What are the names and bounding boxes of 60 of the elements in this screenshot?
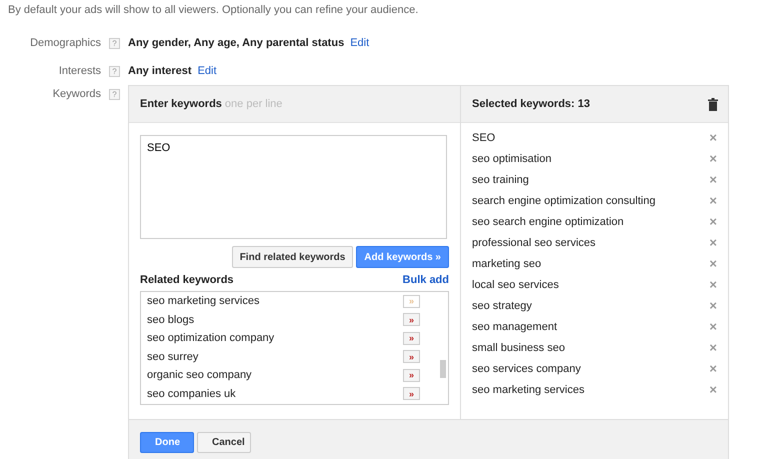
remove-icon[interactable]: × — [709, 235, 717, 250]
remove-icon[interactable]: × — [709, 340, 717, 355]
setting-value: Any interest — [128, 65, 192, 77]
selected-keyword: search engine optimization consulting — [472, 194, 656, 206]
help-icon[interactable]: ? — [109, 66, 120, 76]
help-icon[interactable]: ? — [109, 88, 120, 100]
keywords-input[interactable]: SEO — [140, 135, 447, 239]
remove-icon[interactable]: × — [709, 151, 717, 166]
selected-keyword: seo management — [472, 320, 557, 332]
related-keyword: seo blogs — [147, 314, 194, 326]
remove-icon[interactable]: × — [709, 298, 717, 313]
remove-icon[interactable]: × — [709, 361, 717, 376]
setting-label: Demographics — [30, 37, 101, 49]
help-icon[interactable]: ? — [109, 38, 120, 48]
selected-keyword: seo optimisation — [472, 152, 552, 164]
related-keyword: organic seo company — [147, 369, 252, 382]
selected-keyword: SEO — [472, 132, 496, 144]
related-keyword: seo optimization company — [147, 332, 274, 344]
related-keyword: seo surrey — [147, 350, 198, 363]
selected-keyword: seo strategy — [472, 300, 532, 312]
remove-icon[interactable]: × — [709, 277, 717, 292]
add-keyword-button[interactable]: » — [403, 313, 420, 326]
footer-button[interactable]: Done — [140, 432, 194, 452]
related-title: Related keywords — [140, 274, 234, 288]
selected-keyword: seo marketing services — [472, 384, 584, 396]
add-keyword-button[interactable]: » — [403, 294, 420, 308]
edit-link[interactable]: Edit — [350, 37, 370, 49]
add-keyword-button[interactable]: » — [403, 368, 420, 382]
setting-label: Interests — [58, 65, 101, 77]
intro-text: By default your ads will show to all viewers. Optionally you can refine your audience. — [8, 4, 420, 16]
related-keyword: seo companies uk — [147, 388, 236, 400]
remove-icon[interactable]: × — [709, 319, 717, 334]
panel-title: Enter keywords — [140, 98, 222, 110]
remove-icon[interactable]: × — [709, 130, 717, 145]
trash-icon[interactable] — [708, 98, 718, 110]
selected-keyword: marketing seo — [472, 258, 542, 270]
keyword-button[interactable]: Find related keywords — [232, 246, 354, 268]
add-keyword-button[interactable]: » — [403, 387, 420, 400]
setting-label: Keywords — [52, 88, 101, 100]
footer-button[interactable]: Cancel — [197, 432, 251, 452]
panel-title: Selected keywords: 13 — [472, 98, 590, 110]
keyword-button[interactable]: Add keywords » — [356, 246, 449, 268]
scrollbar-thumb[interactable] — [440, 360, 446, 378]
selected-keyword: professional seo services — [472, 236, 596, 248]
remove-icon[interactable]: × — [709, 214, 717, 229]
selected-keyword: local seo services — [472, 278, 559, 290]
selected-keyword: seo training — [472, 174, 529, 186]
remove-icon[interactable]: × — [709, 172, 717, 187]
edit-link[interactable]: Edit — [198, 65, 217, 77]
selected-keyword: small business seo — [472, 342, 565, 354]
related-keyword: seo marketing services — [147, 295, 260, 308]
selected-keyword: seo search engine optimization — [472, 216, 624, 228]
add-keyword-button[interactable]: » — [403, 350, 420, 364]
setting-value: Any gender, Any age, Any parental status — [128, 37, 344, 49]
remove-icon[interactable]: × — [709, 193, 717, 208]
remove-icon[interactable]: × — [709, 382, 717, 397]
add-keyword-button[interactable]: » — [403, 332, 420, 345]
bulk-add-link[interactable]: Bulk add — [402, 274, 449, 289]
selected-keyword: seo services company — [472, 362, 581, 374]
remove-icon[interactable]: × — [709, 256, 717, 271]
